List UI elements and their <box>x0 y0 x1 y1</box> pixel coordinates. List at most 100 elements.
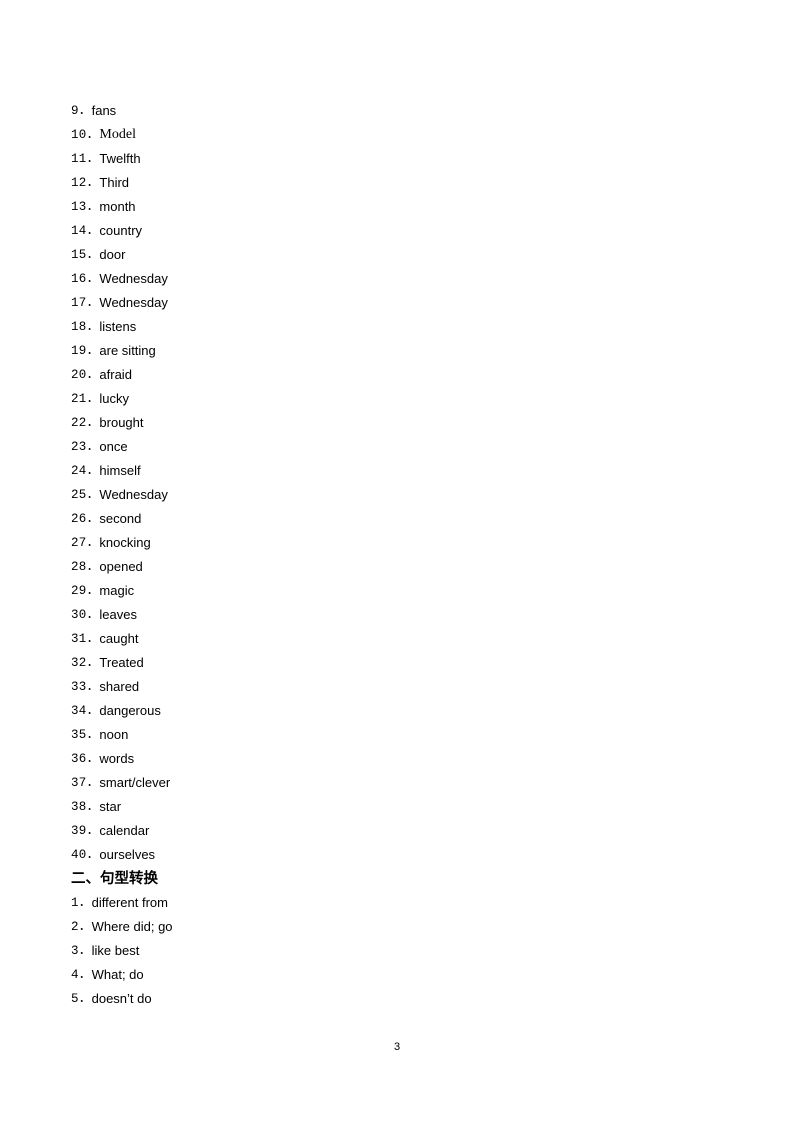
answer-item: 32． Treated <box>71 651 721 675</box>
answer-item: 12． Third <box>71 171 721 195</box>
answer-item: 40． ourselves <box>71 843 721 867</box>
answer-number: 34． <box>71 704 100 718</box>
answer-text: month <box>99 199 136 214</box>
answer-item: 26． second <box>71 507 721 531</box>
answer-text: knocking <box>99 535 151 550</box>
answer-number: 10． <box>71 128 100 142</box>
answer-text: star <box>99 799 122 814</box>
answer-number: 24． <box>71 464 100 478</box>
answer-item: 3． like best <box>71 939 721 963</box>
answer-number: 40． <box>71 848 100 862</box>
answer-text: Third <box>99 175 130 190</box>
answer-item: 23． once <box>71 435 721 459</box>
answer-text: himself <box>99 463 141 478</box>
answer-number: 27． <box>71 536 100 550</box>
answer-text: What; do <box>91 967 144 982</box>
answer-text: shared <box>99 679 140 694</box>
answer-number: 26． <box>71 512 100 526</box>
answer-text: lucky <box>99 391 130 406</box>
answer-text: brought <box>99 415 144 430</box>
answer-item: 34． dangerous <box>71 699 721 723</box>
answer-number: 39． <box>71 824 100 838</box>
answer-item: 1． different from <box>71 891 721 915</box>
answer-number: 28． <box>71 560 100 574</box>
answer-number: 13． <box>71 200 100 214</box>
answer-item: 19． are sitting <box>71 339 721 363</box>
answer-item: 36． words <box>71 747 721 771</box>
answer-number: 16． <box>71 272 100 286</box>
answer-item: 30． leaves <box>71 603 721 627</box>
answer-item: 27． knocking <box>71 531 721 555</box>
answer-item: 20． afraid <box>71 363 721 387</box>
answer-item: 14． country <box>71 219 721 243</box>
answer-number: 17． <box>71 296 100 310</box>
answer-item: 24． himself <box>71 459 721 483</box>
answer-text: words <box>99 751 135 766</box>
answer-number: 18． <box>71 320 100 334</box>
answer-number: 21． <box>71 392 100 406</box>
answer-number: 32． <box>71 656 100 670</box>
answer-item: 22． brought <box>71 411 721 435</box>
answer-number: 30． <box>71 608 100 622</box>
answer-text: opened <box>99 559 143 574</box>
answer-text: Model <box>99 127 136 142</box>
answer-item: 15． door <box>71 243 721 267</box>
answer-item: 11． Twelfth <box>71 147 721 171</box>
answer-item: 37． smart/clever <box>71 771 721 795</box>
answer-text: doesn’t do <box>91 991 152 1006</box>
answer-number: 2． <box>71 920 92 934</box>
answer-number: 9． <box>71 104 92 118</box>
answer-text: dangerous <box>99 703 161 718</box>
answer-item: 28． opened <box>71 555 721 579</box>
answer-item: 35． noon <box>71 723 721 747</box>
answer-text: magic <box>99 583 135 598</box>
answer-text: Wednesday <box>99 487 168 502</box>
answer-item: 2． Where did; go <box>71 915 721 939</box>
answer-list-part1: 9． fans 10． Model 11． Twelfth 12． Third 13． month… <box>71 99 721 867</box>
page-number: 3 <box>393 1041 401 1053</box>
answer-text: like best <box>91 943 140 958</box>
answer-number: 1． <box>71 896 92 910</box>
answer-number: 20． <box>71 368 100 382</box>
answer-item: 10． Model <box>71 123 721 147</box>
answer-text: noon <box>99 727 129 742</box>
answer-item: 16． Wednesday <box>71 267 721 291</box>
answer-item: 29． magic <box>71 579 721 603</box>
answer-number: 19． <box>71 344 100 358</box>
answer-text: fans <box>91 103 117 118</box>
answer-text: listens <box>99 319 137 334</box>
answer-text: country <box>99 223 143 238</box>
answer-list-sentence-transformation: 1． different from 2． Where did; go 3． like be… <box>71 891 721 1011</box>
answer-text: calendar <box>99 823 150 838</box>
answer-item: 17． Wednesday <box>71 291 721 315</box>
answer-text: afraid <box>99 367 132 382</box>
answer-number: 35． <box>71 728 100 742</box>
answer-item: 9． fans <box>71 99 721 123</box>
answer-item: 21． lucky <box>71 387 721 411</box>
answer-number: 14． <box>71 224 100 238</box>
answer-number: 23． <box>71 440 100 454</box>
answer-text: door <box>99 247 126 262</box>
answer-text: are sitting <box>99 343 156 358</box>
answer-item: 39． calendar <box>71 819 721 843</box>
answer-number: 37． <box>71 776 100 790</box>
answer-item: 31． caught <box>71 627 721 651</box>
answer-item: 13． month <box>71 195 721 219</box>
answer-text: leaves <box>99 607 137 622</box>
answer-content: 9． fans 10． Model 11． Twelfth 12． Third 13． month… <box>71 99 721 1011</box>
answer-text: Where did; go <box>91 919 173 934</box>
answer-text: Treated <box>99 655 144 670</box>
section-title: 二、句型转换 <box>71 871 158 887</box>
answer-item: 33． shared <box>71 675 721 699</box>
answer-item: 5． doesn’t do <box>71 987 721 1011</box>
answer-number: 36． <box>71 752 100 766</box>
document-page: 9． fans 10． Model 11． Twelfth 12． Third 13． month… <box>0 0 794 1123</box>
answer-number: 29． <box>71 584 100 598</box>
answer-text: Twelfth <box>99 151 141 166</box>
answer-number: 33． <box>71 680 100 694</box>
answer-item: 25． Wednesday <box>71 483 721 507</box>
answer-item: 38． star <box>71 795 721 819</box>
answer-text: different from <box>91 895 168 910</box>
answer-number: 15． <box>71 248 100 262</box>
answer-number: 12． <box>71 176 100 190</box>
